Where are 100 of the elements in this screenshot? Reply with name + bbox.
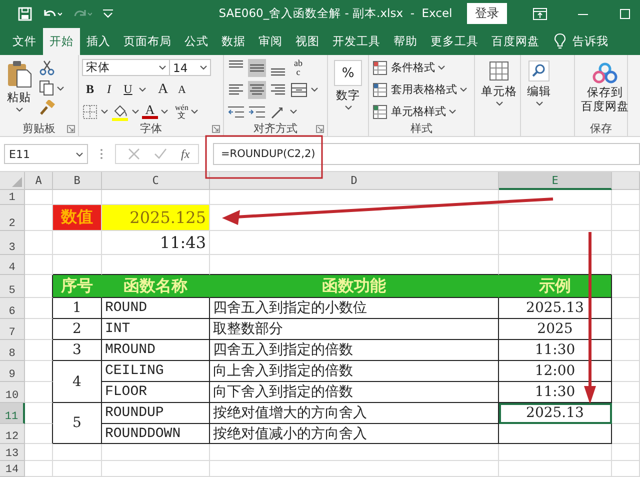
caret-icon[interactable] (200, 65, 207, 70)
dialog-launcher-icon[interactable] (212, 125, 220, 133)
caret-icon[interactable] (438, 65, 445, 70)
italic-button[interactable]: I (101, 80, 117, 98)
caret-icon[interactable] (460, 87, 467, 92)
ribbon-tab[interactable]: 视图 (289, 27, 326, 55)
row-header[interactable]: 2 (0, 205, 25, 231)
grow-font-button[interactable]: A (155, 80, 171, 98)
formula-field[interactable]: =ROUNDUP(C2,2) (213, 143, 640, 165)
caret-icon[interactable] (16, 107, 22, 112)
name-box[interactable]: E11 (4, 144, 88, 164)
decrease-indent-icon[interactable] (227, 104, 245, 120)
row-header[interactable]: 1 (0, 190, 25, 205)
table-cell: 12:00 (499, 361, 612, 382)
table-cell: ROUNDUP (102, 403, 210, 424)
caret-icon[interactable] (191, 109, 198, 114)
caret-icon[interactable] (449, 109, 456, 114)
row-header[interactable]: 13 (0, 444, 25, 461)
row-header[interactable]: 7 (0, 319, 25, 340)
ribbon-tab[interactable]: 审阅 (252, 27, 289, 55)
font-color-button[interactable]: A (142, 104, 158, 119)
underline-button[interactable]: U (120, 80, 136, 98)
column-header[interactable]: B (53, 172, 102, 190)
row-header[interactable]: 4 (0, 255, 25, 275)
scissors-icon[interactable] (39, 60, 55, 76)
caret-icon[interactable] (311, 87, 318, 92)
caret-icon[interactable] (496, 101, 502, 106)
phonetic-button[interactable]: wén 文 (175, 104, 188, 120)
row-header[interactable]: 12 (0, 424, 25, 444)
row-header[interactable]: 8 (0, 340, 25, 361)
customize-icon[interactable] (102, 8, 114, 20)
cells-button[interactable]: 单元格 (478, 58, 520, 136)
increase-indent-icon[interactable] (248, 104, 266, 120)
table-cell[interactable]: 2025.13 (499, 403, 612, 424)
caret-icon[interactable] (159, 65, 166, 70)
ribbon-tab[interactable]: 数据 (215, 27, 252, 55)
align-center-icon[interactable] (248, 80, 266, 98)
dialog-launcher-icon[interactable] (316, 125, 324, 133)
number-format-button[interactable]: % 数字 (331, 58, 365, 136)
style-menu-button[interactable]: 条件格式 (372, 58, 471, 77)
column-header[interactable]: C (102, 172, 210, 190)
column-header[interactable]: E (499, 172, 612, 190)
middle-align-icon[interactable] (248, 58, 266, 76)
insert-function-button[interactable]: fx (181, 146, 190, 162)
conditional-format-icon (372, 60, 388, 76)
caret-icon[interactable] (161, 109, 168, 114)
table-cell: 5 (53, 403, 102, 444)
column-header[interactable]: A (25, 172, 53, 190)
row-header[interactable]: 14 (0, 461, 25, 477)
font-name-field[interactable]: 宋体 (82, 59, 170, 76)
editing-button[interactable]: 编辑 (524, 58, 554, 136)
caret-icon[interactable] (536, 101, 542, 106)
style-menu-button[interactable]: 单元格样式 (372, 102, 471, 121)
caret-icon[interactable] (344, 105, 352, 110)
empty-cell (53, 444, 102, 461)
group-label: 剪贴板 (22, 121, 56, 136)
row-header[interactable]: 6 (0, 298, 25, 319)
maximize-icon[interactable] (619, 8, 631, 20)
lightbulb-icon[interactable] (554, 33, 566, 49)
empty-cell (612, 298, 640, 319)
bold-button[interactable]: B (82, 80, 98, 98)
ribbon-tab[interactable]: 文件 (6, 27, 43, 55)
row-header[interactable]: 11 (0, 403, 25, 424)
row-header[interactable]: 3 (0, 231, 25, 255)
font-size-field[interactable]: 14 (169, 59, 211, 76)
ribbon-tab[interactable]: 帮助 (387, 27, 424, 55)
dialog-launcher-icon[interactable] (67, 125, 75, 133)
caret-icon[interactable] (139, 87, 146, 92)
tell-me-tab[interactable]: 告诉我 (566, 27, 615, 55)
group-label: 字体 (140, 121, 162, 136)
fill-color-icon[interactable] (111, 102, 129, 120)
ribbon-tab[interactable]: 插入 (80, 27, 117, 55)
merge-center-icon[interactable] (290, 82, 308, 98)
border-icon[interactable] (82, 104, 98, 120)
save-icon[interactable] (18, 6, 32, 20)
ribbon-tab[interactable]: 公式 (178, 27, 215, 55)
caret-icon[interactable] (290, 109, 297, 114)
ribbon-tab[interactable]: 开发工具 (326, 27, 387, 55)
ribbon-tab[interactable]: 百度网盘 (485, 27, 546, 55)
caret-icon[interactable] (132, 109, 139, 114)
ribbon-tab[interactable]: 更多工具 (424, 27, 485, 55)
wrap-text-button[interactable]: ab c (294, 58, 302, 76)
save-to-cloud-button[interactable]: 保存到 百度网盘 (578, 58, 632, 121)
ribbon-tab[interactable]: 页面布局 (117, 27, 178, 55)
row-header[interactable]: 5 (0, 275, 25, 298)
shrink-font-button[interactable]: A (174, 80, 190, 98)
paste-button[interactable]: 粘贴 (3, 58, 35, 121)
row-header[interactable]: 10 (0, 382, 25, 403)
row-header[interactable]: 9 (0, 361, 25, 382)
login-button[interactable]: 登录 (467, 3, 507, 24)
table-cell: 2 (53, 319, 102, 340)
caret-icon[interactable] (57, 86, 64, 90)
copy-icon[interactable] (39, 80, 55, 96)
ribbon-tab[interactable]: 开始 (43, 28, 80, 55)
column-header[interactable]: D (210, 172, 499, 190)
caret-icon[interactable] (101, 109, 108, 114)
format-painter-icon[interactable] (39, 100, 55, 116)
style-menu-button[interactable]: 套用表格格式 (372, 80, 471, 99)
caret-icon[interactable] (76, 152, 83, 156)
ribbon-display-icon[interactable] (533, 8, 547, 20)
